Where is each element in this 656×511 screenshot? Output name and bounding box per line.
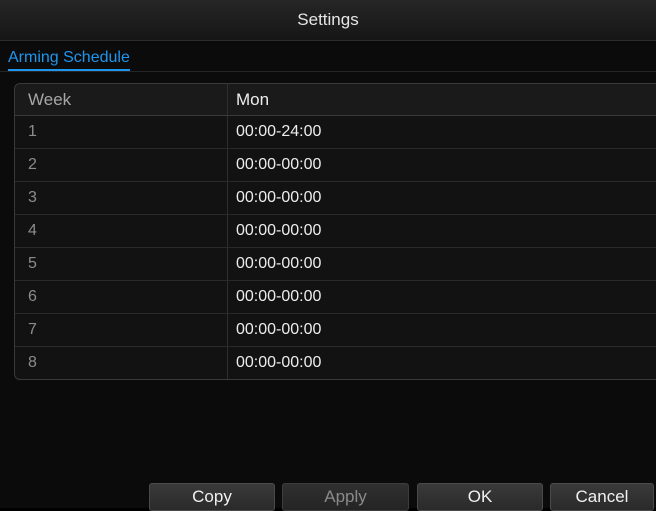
schedule-table: Week Mon 1 00:00-24:00 2 00:00-00:00 3 0… (14, 83, 656, 380)
cancel-button[interactable]: Cancel (550, 483, 654, 511)
time-period-cell[interactable]: 00:00-00:00 (228, 347, 656, 379)
copy-button[interactable]: Copy (149, 483, 275, 511)
table-row: 6 00:00-00:00 (15, 281, 656, 314)
time-period-cell[interactable]: 00:00-00:00 (228, 281, 656, 313)
row-index: 7 (15, 314, 228, 346)
table-row: 1 00:00-24:00 (15, 116, 656, 149)
tab-bar: Arming Schedule (0, 41, 656, 72)
row-index: 8 (15, 347, 228, 379)
table-row: 4 00:00-00:00 (15, 215, 656, 248)
column-header-day: Mon (236, 89, 270, 109)
table-row: 5 00:00-00:00 (15, 248, 656, 281)
table-row: 8 00:00-00:00 (15, 347, 656, 379)
table-header-row: Week Mon (15, 84, 656, 116)
row-index: 1 (15, 116, 228, 148)
table-row: 7 00:00-00:00 (15, 314, 656, 347)
time-period-cell[interactable]: 00:00-00:00 (228, 215, 656, 247)
apply-button[interactable]: Apply (282, 483, 409, 511)
row-index: 4 (15, 215, 228, 247)
tab-arming-schedule[interactable]: Arming Schedule (8, 49, 130, 71)
row-index: 5 (15, 248, 228, 280)
row-index: 6 (15, 281, 228, 313)
column-header-week: Week (15, 84, 228, 115)
time-period-cell[interactable]: 00:00-00:00 (228, 248, 656, 280)
ok-button[interactable]: OK (417, 483, 543, 511)
time-period-cell[interactable]: 00:00-00:00 (228, 182, 656, 214)
table-row: 2 00:00-00:00 (15, 149, 656, 182)
dialog-title: Settings (0, 0, 656, 41)
time-period-cell[interactable]: 00:00-24:00 (228, 116, 656, 148)
settings-dialog: Settings Arming Schedule Week Mon 1 00:0… (0, 0, 656, 511)
table-row: 3 00:00-00:00 (15, 182, 656, 215)
row-index: 2 (15, 149, 228, 181)
time-period-cell[interactable]: 00:00-00:00 (228, 149, 656, 181)
time-period-cell[interactable]: 00:00-00:00 (228, 314, 656, 346)
row-index: 3 (15, 182, 228, 214)
